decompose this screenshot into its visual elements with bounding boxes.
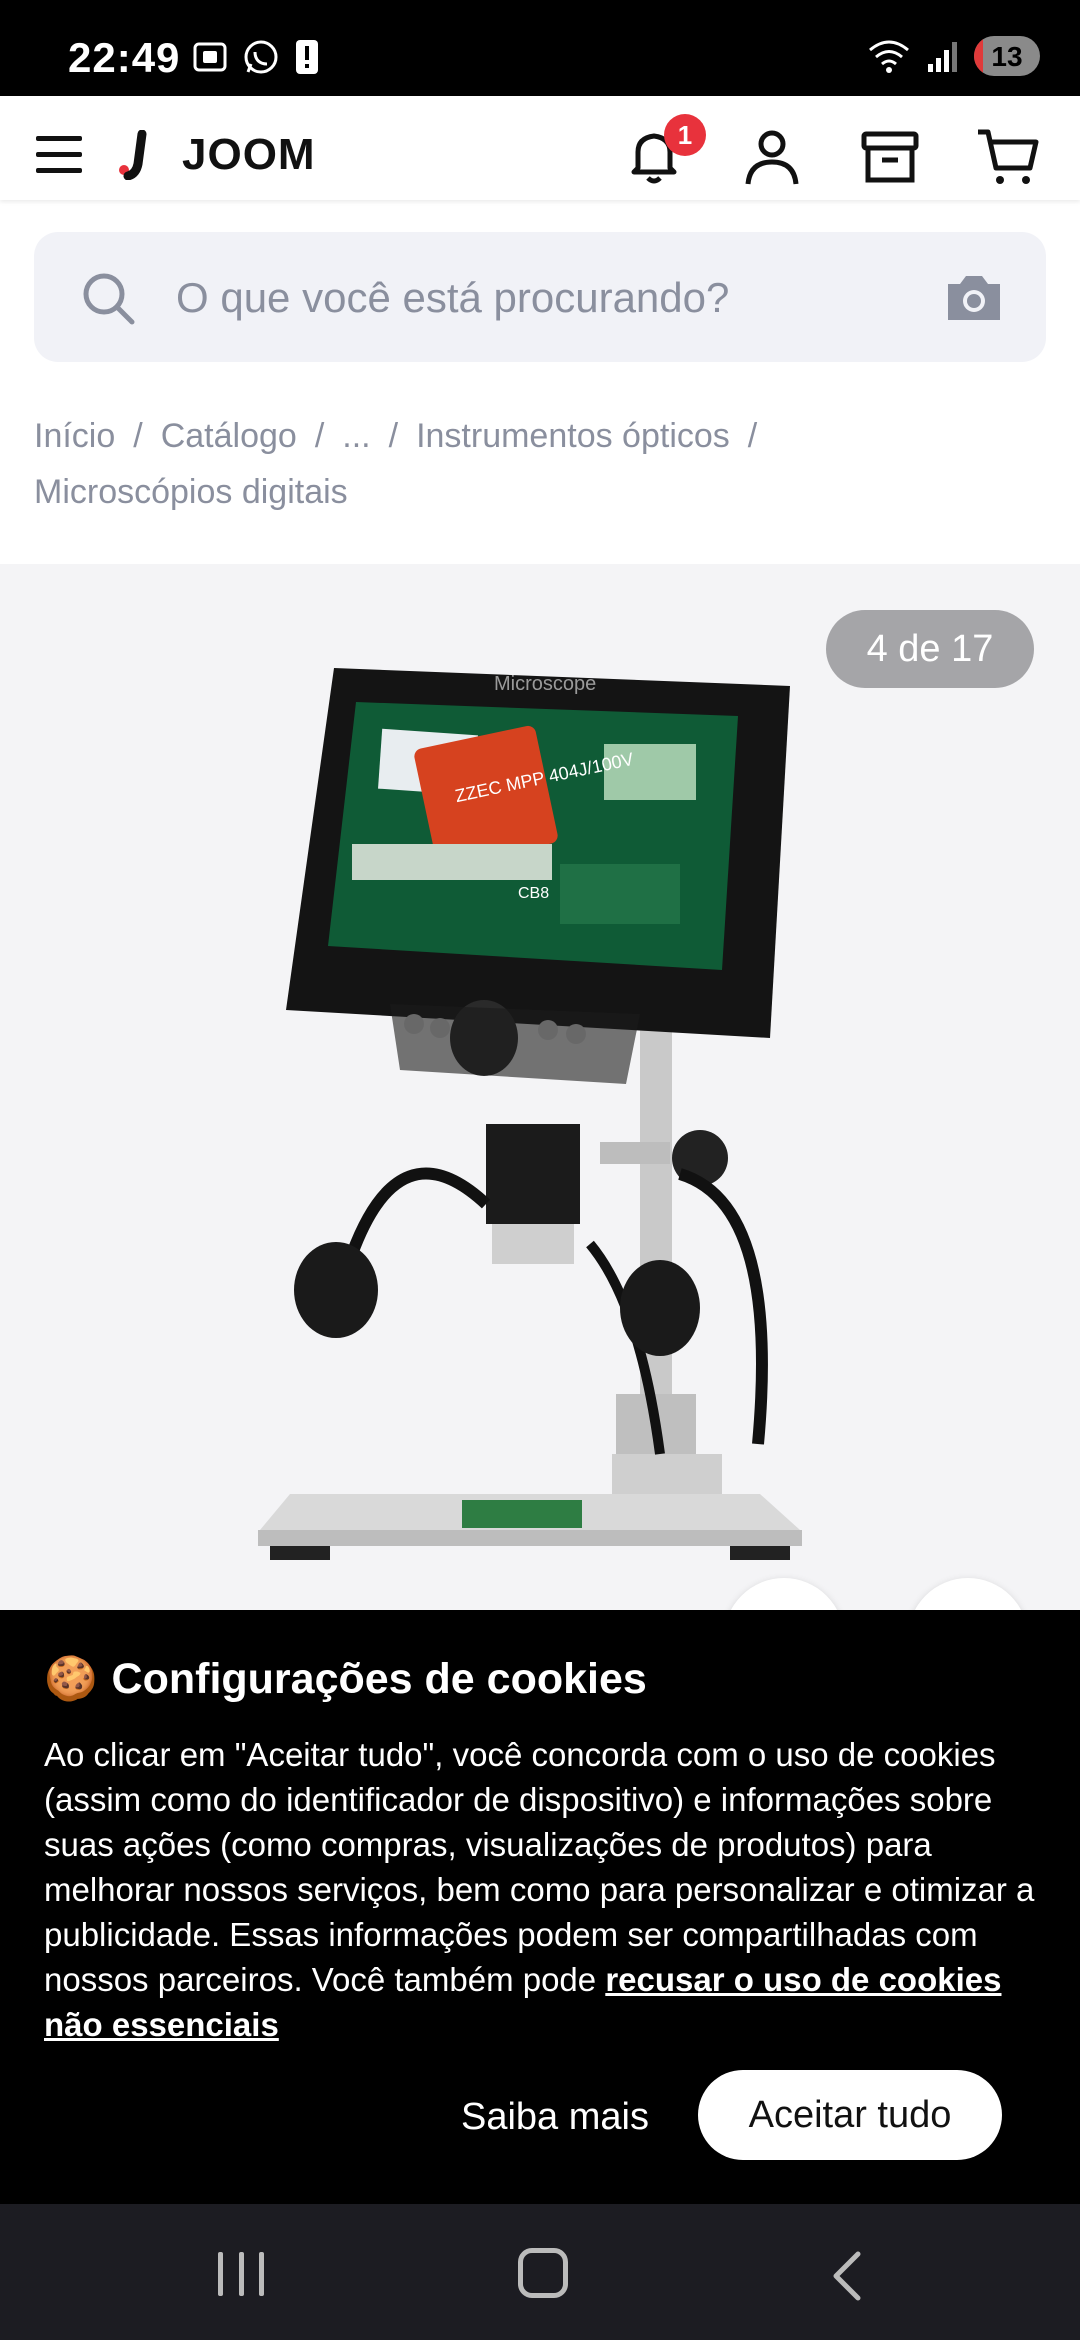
battery-percent: 13 [991, 41, 1023, 72]
user-icon[interactable] [740, 124, 804, 188]
signal-icon [928, 42, 957, 72]
learn-more-button[interactable]: Saiba mais [440, 2072, 670, 2162]
monitor-label: Microscope [494, 673, 596, 695]
cookie-title-text: Configurações de cookies [111, 1654, 647, 1703]
notification-badge: 1 [664, 114, 706, 156]
alert-icon [296, 40, 318, 74]
wifi-icon [869, 40, 909, 73]
search-bar[interactable] [34, 232, 1046, 364]
board-label: CB8 [518, 885, 549, 902]
cart-icon[interactable] [976, 124, 1040, 188]
product-image: Microscope ZZEC MPP 404J/100V CB8 [258, 668, 802, 1560]
whatsapp-icon [244, 40, 278, 74]
battery-icon: 13 [974, 36, 1040, 76]
breadcrumb-item-instrumentos[interactable]: Instrumentos ópticos [416, 417, 730, 455]
cookie-icon: 🍪 [44, 1655, 98, 1703]
recent-apps-icon[interactable] [218, 2252, 264, 2296]
breadcrumb-item-microscopios[interactable]: Microscópios digitais [34, 473, 348, 511]
orders-icon[interactable] [858, 124, 922, 188]
breadcrumb-item-ellipsis[interactable]: ... [342, 417, 370, 455]
app-header: JOOM 1 [0, 96, 1080, 200]
image-counter: 4 de 17 [826, 610, 1034, 688]
back-icon[interactable] [828, 2250, 864, 2302]
status-time: 22:49 [68, 34, 181, 81]
brand-name: JOOM [182, 130, 316, 179]
system-navigation-bar [0, 2204, 1080, 2340]
status-notification-icons [192, 38, 320, 76]
breadcrumb: Início / Catálogo /... / Instrumentos ópticos… [34, 408, 1044, 520]
screenshot-icon [193, 42, 227, 72]
breadcrumb-separator: / [314, 417, 325, 455]
breadcrumb-separator: / [747, 417, 758, 455]
cookie-title: 🍪 Configurações de cookies [44, 1654, 647, 1704]
menu-icon[interactable] [36, 136, 82, 174]
breadcrumb-item-catalogo[interactable]: Catálogo [161, 417, 297, 455]
camera-icon[interactable] [944, 270, 1004, 324]
status-bar: 22:49 13 [0, 0, 1080, 96]
search-icon [83, 273, 135, 325]
breadcrumb-separator: / [388, 417, 399, 455]
product-gallery[interactable]: Microscope ZZEC MPP 404J/100V CB8 4 de 1… [0, 564, 1080, 1610]
cookie-body: Ao clicar em "Aceitar tudo", você concor… [44, 1732, 1044, 2047]
cookie-body-text: Ao clicar em "Aceitar tudo", você concor… [44, 1736, 1035, 1998]
breadcrumb-separator: / [133, 417, 143, 455]
cookie-banner: 🍪 Configurações de cookies Ao clicar em … [0, 1610, 1080, 2204]
search-input[interactable] [174, 232, 938, 364]
breadcrumb-item-inicio[interactable]: Início [34, 417, 115, 455]
status-system-icons: 13 [866, 36, 1040, 76]
logo-mark-icon [118, 129, 154, 181]
joom-logo[interactable]: JOOM [118, 129, 316, 181]
home-icon[interactable] [518, 2248, 568, 2298]
accept-all-button[interactable]: Aceitar tudo [698, 2070, 1002, 2160]
